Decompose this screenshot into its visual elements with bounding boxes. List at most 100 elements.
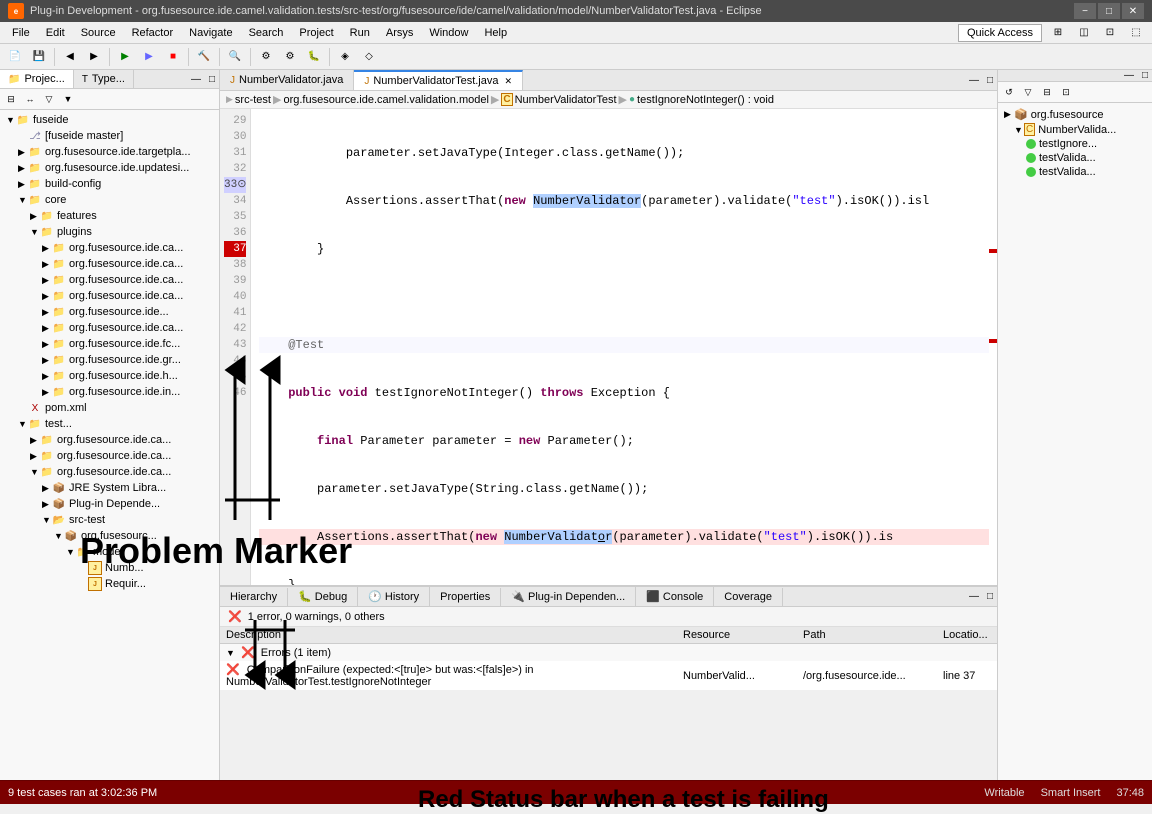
minimize-button[interactable]: −	[1074, 3, 1096, 19]
bottom-panel-min[interactable]: —	[965, 591, 983, 602]
menu-window[interactable]: Window	[421, 25, 476, 41]
tab-debug[interactable]: 🐛Debug	[288, 587, 358, 606]
tree-item-plugins[interactable]: ▼ 📁 plugins	[2, 224, 217, 240]
tab-type[interactable]: T Type...	[74, 70, 134, 88]
tree-view-menu[interactable]: ▼	[59, 91, 77, 107]
breadcrumb-arrow[interactable]: ▶	[226, 94, 233, 105]
toolbar-btn-view[interactable]: ◫	[1072, 22, 1096, 44]
tree-item-pom[interactable]: X pom.xml	[2, 400, 217, 416]
menu-navigate[interactable]: Navigate	[181, 25, 240, 41]
code-content[interactable]: parameter.setJavaType(Integer.class.getN…	[251, 109, 997, 585]
tree-item-pkg[interactable]: ▼ 📦 org.fusesourc...	[2, 528, 217, 544]
tab-properties[interactable]: Properties	[430, 588, 501, 606]
tree-item-p10[interactable]: ▶ 📁 org.fusesource.ide.in...	[2, 384, 217, 400]
tab-history[interactable]: 🕐History	[358, 587, 430, 606]
rt-item-test3[interactable]: testValida...	[1002, 165, 1148, 179]
tree-item-target[interactable]: ▶ 📁 org.fusesource.ide.targetpla...	[2, 144, 217, 160]
tb-misc2[interactable]: ⚙	[279, 47, 301, 67]
tb-misc1[interactable]: ⚙	[255, 47, 277, 67]
rp-btn2[interactable]: ▽	[1019, 84, 1037, 100]
tree-item-fuseide[interactable]: ▼ 📁 fuseide	[2, 112, 217, 128]
rp-btn4[interactable]: ⊡	[1057, 84, 1075, 100]
toolbar-btn-3[interactable]: ⊡	[1098, 22, 1122, 44]
rt-item-org[interactable]: ▶ 📦 org.fusesource	[1002, 107, 1148, 122]
tree-item-p2[interactable]: ▶ 📁 org.fusesource.ide.ca...	[2, 256, 217, 272]
tree-link-editor[interactable]: ↔	[21, 91, 39, 107]
tb-misc4[interactable]: ◈	[334, 47, 356, 67]
tab-numbervalidator[interactable]: J NumberValidator.java	[220, 70, 354, 90]
rt-item-test1[interactable]: testIgnore...	[1002, 137, 1148, 151]
right-panel-max[interactable]: □	[1138, 70, 1152, 81]
tree-filter[interactable]: ▽	[40, 91, 58, 107]
tree-item-jre[interactable]: ▶ 📦 JRE System Libra...	[2, 480, 217, 496]
breadcrumb-method[interactable]: ●testIgnoreNotInteger() : void	[629, 94, 774, 106]
tree-item-test[interactable]: ▼ 📁 test...	[2, 416, 217, 432]
bottom-panel-max[interactable]: □	[983, 591, 997, 602]
tb-back[interactable]: ◀	[59, 47, 81, 67]
tb-search[interactable]: 🔍	[224, 47, 246, 67]
editor-max[interactable]: □	[983, 70, 997, 90]
tab-coverage[interactable]: Coverage	[714, 588, 783, 606]
tree-item-p7[interactable]: ▶ 📁 org.fusesource.ide.fc...	[2, 336, 217, 352]
tree-item-plugin-dep[interactable]: ▶ 📦 Plug-in Depende...	[2, 496, 217, 512]
left-panel-max[interactable]: □	[205, 70, 219, 88]
close-button[interactable]: ✕	[1122, 3, 1144, 19]
menu-file[interactable]: File	[4, 25, 38, 41]
tab-hierarchy[interactable]: Hierarchy	[220, 588, 288, 606]
rp-btn3[interactable]: ⊟	[1038, 84, 1056, 100]
menu-help[interactable]: Help	[476, 25, 515, 41]
errors-group-row[interactable]: ▼ ❌ Errors (1 item)	[220, 644, 997, 662]
tb-run[interactable]: ▶	[114, 47, 136, 67]
tree-item-p9[interactable]: ▶ 📁 org.fusesource.ide.h...	[2, 368, 217, 384]
menu-run[interactable]: Run	[342, 25, 378, 41]
tab-close-icon[interactable]: ✕	[505, 76, 513, 87]
tree-item-src-test[interactable]: ▼ 📂 src-test	[2, 512, 217, 528]
tree-item-requir[interactable]: J Requir...	[2, 576, 217, 592]
maximize-button[interactable]: □	[1098, 3, 1120, 19]
tree-item-p1[interactable]: ▶ 📁 org.fusesource.ide.ca...	[2, 240, 217, 256]
tb-build[interactable]: 🔨	[193, 47, 215, 67]
tree-item-t1[interactable]: ▶ 📁 org.fusesource.ide.ca...	[2, 432, 217, 448]
left-panel-min[interactable]: —	[187, 70, 205, 88]
rt-item-test2[interactable]: testValida...	[1002, 151, 1148, 165]
tree-item-features[interactable]: ▶ 📁 features	[2, 208, 217, 224]
tree-item-model[interactable]: ▼ 📁 model	[2, 544, 217, 560]
menu-arsys[interactable]: Arsys	[378, 25, 422, 41]
rp-btn1[interactable]: ↺	[1000, 84, 1018, 100]
breadcrumb-class[interactable]: CNumberValidatorTest	[501, 93, 616, 106]
tree-item-p6[interactable]: ▶ 📁 org.fusesource.ide.ca...	[2, 320, 217, 336]
tb-debug[interactable]: ▶	[138, 47, 160, 67]
error-row[interactable]: ❌ ComparisonFailure (expected:<[tru]e> b…	[220, 661, 997, 690]
editor-min[interactable]: —	[965, 70, 983, 90]
tree-item-t2[interactable]: ▶ 📁 org.fusesource.ide.ca...	[2, 448, 217, 464]
tb-forward[interactable]: ▶	[83, 47, 105, 67]
right-panel-min[interactable]: —	[1120, 70, 1138, 81]
toolbar-btn-4[interactable]: ⬚	[1124, 22, 1148, 44]
breadcrumb-src-test[interactable]: src-test	[235, 94, 271, 106]
tb-misc5[interactable]: ◇	[358, 47, 380, 67]
quick-access-button[interactable]: Quick Access	[958, 24, 1042, 42]
tree-item-master[interactable]: ⎇ [fuseide master]	[2, 128, 217, 144]
tab-console[interactable]: ⬛Console	[636, 587, 714, 606]
breadcrumb-package[interactable]: org.fusesource.ide.camel.validation.mode…	[283, 94, 488, 106]
tab-numbervalidatortest[interactable]: J NumberValidatorTest.java ✕	[354, 70, 523, 90]
tb-misc3[interactable]: 🐛	[303, 47, 325, 67]
tree-item-core[interactable]: ▼ 📁 core	[2, 192, 217, 208]
tree-item-p4[interactable]: ▶ 📁 org.fusesource.ide.ca...	[2, 288, 217, 304]
tree-item-updatesite[interactable]: ▶ 📁 org.fusesource.ide.updatesi...	[2, 160, 217, 176]
tree-item-p5[interactable]: ▶ 📁 org.fusesource.ide...	[2, 304, 217, 320]
menu-source[interactable]: Source	[73, 25, 124, 41]
code-editor[interactable]: 29 30 31 32 33⊙ 34 35 36 37 38 39 40 41 …	[220, 109, 997, 585]
toolbar-btn-perspective[interactable]: ⊞	[1046, 22, 1070, 44]
tb-stop[interactable]: ■	[162, 47, 184, 67]
menu-edit[interactable]: Edit	[38, 25, 73, 41]
tree-item-p8[interactable]: ▶ 📁 org.fusesource.ide.gr...	[2, 352, 217, 368]
rt-item-class[interactable]: ▼ C NumberValida...	[1002, 122, 1148, 137]
menu-project[interactable]: Project	[291, 25, 341, 41]
tree-item-build[interactable]: ▶ 📁 build-config	[2, 176, 217, 192]
tree-item-numb[interactable]: J Numb...	[2, 560, 217, 576]
tab-plugin-dep[interactable]: 🔌Plug-in Dependen...	[501, 587, 636, 606]
tree-item-p3[interactable]: ▶ 📁 org.fusesource.ide.ca...	[2, 272, 217, 288]
tab-project[interactable]: 📁 Projec...	[0, 70, 74, 88]
menu-refactor[interactable]: Refactor	[124, 25, 182, 41]
